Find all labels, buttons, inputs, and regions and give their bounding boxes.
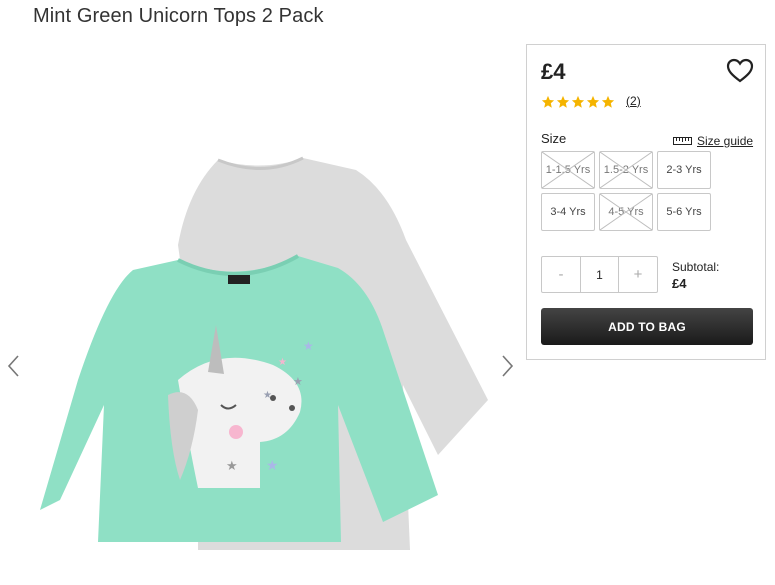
size-option-label: 3-4 Yrs	[550, 206, 586, 218]
size-option[interactable]: 5-6 Yrs	[657, 193, 711, 231]
unavailable-cross-icon	[600, 194, 652, 230]
chevron-right-icon	[502, 355, 514, 377]
star-icon	[601, 95, 615, 108]
size-option[interactable]: 3-4 Yrs	[541, 193, 595, 231]
product-gallery: ★ ★ ★ ★ ★ ★	[0, 40, 520, 585]
unavailable-cross-icon	[600, 152, 652, 188]
size-option: 4-5 Yrs	[599, 193, 653, 231]
size-option: 1-1.5 Yrs	[541, 151, 595, 189]
purchase-panel: £4 2 Size Size guide 1-1.5 Yrs1.5-2 Yrs 2…	[526, 44, 766, 360]
size-options: 1-1.5 Yrs1.5-2 Yrs 2-3 Yrs 3-4 Yrs 4-5 Yrs 5…	[541, 151, 713, 231]
svg-text:★: ★	[266, 458, 279, 474]
heart-icon	[726, 58, 754, 83]
prev-image-button[interactable]	[4, 353, 24, 379]
quantity-stepper: - 1 +	[541, 256, 658, 293]
unavailable-cross-icon	[542, 152, 594, 188]
product-price: £4	[541, 59, 566, 84]
size-option: 1.5-2 Yrs	[599, 151, 653, 189]
chevron-left-icon	[7, 355, 19, 377]
size-option-label: 5-6 Yrs	[666, 206, 702, 218]
product-image: ★ ★ ★ ★ ★ ★	[40, 156, 488, 550]
rating-stars	[541, 95, 615, 109]
quantity-increase-button[interactable]: +	[619, 257, 657, 292]
svg-text:★: ★	[226, 459, 238, 474]
svg-text:★: ★	[263, 390, 272, 401]
page-title: Mint Green Unicorn Tops 2 Pack	[33, 5, 324, 27]
subtotal: Subtotal: £4	[672, 260, 719, 291]
review-count-link[interactable]: 2	[626, 94, 641, 108]
next-image-button[interactable]	[497, 353, 517, 379]
ruler-icon	[673, 137, 692, 145]
svg-text:★: ★	[293, 375, 303, 388]
star-icon	[541, 95, 555, 108]
quantity-input[interactable]: 1	[580, 257, 619, 292]
svg-text:★: ★	[278, 357, 287, 368]
subtotal-amount: £4	[672, 276, 687, 291]
star-icon	[586, 95, 600, 108]
star-icon	[556, 95, 570, 108]
size-guide-label: Size guide	[697, 134, 754, 148]
quantity-decrease-button[interactable]: -	[542, 257, 580, 292]
size-label: Size	[541, 131, 567, 146]
wishlist-button[interactable]	[726, 58, 754, 84]
size-option[interactable]: 2-3 Yrs	[657, 151, 711, 189]
size-option-label: 2-3 Yrs	[666, 164, 702, 176]
size-guide-link[interactable]: Size guide	[673, 134, 753, 148]
svg-text:★: ★	[303, 339, 314, 353]
subtotal-label: Subtotal:	[672, 260, 720, 274]
star-icon	[571, 95, 585, 108]
add-to-bag-button[interactable]: ADD TO BAG	[541, 308, 753, 345]
